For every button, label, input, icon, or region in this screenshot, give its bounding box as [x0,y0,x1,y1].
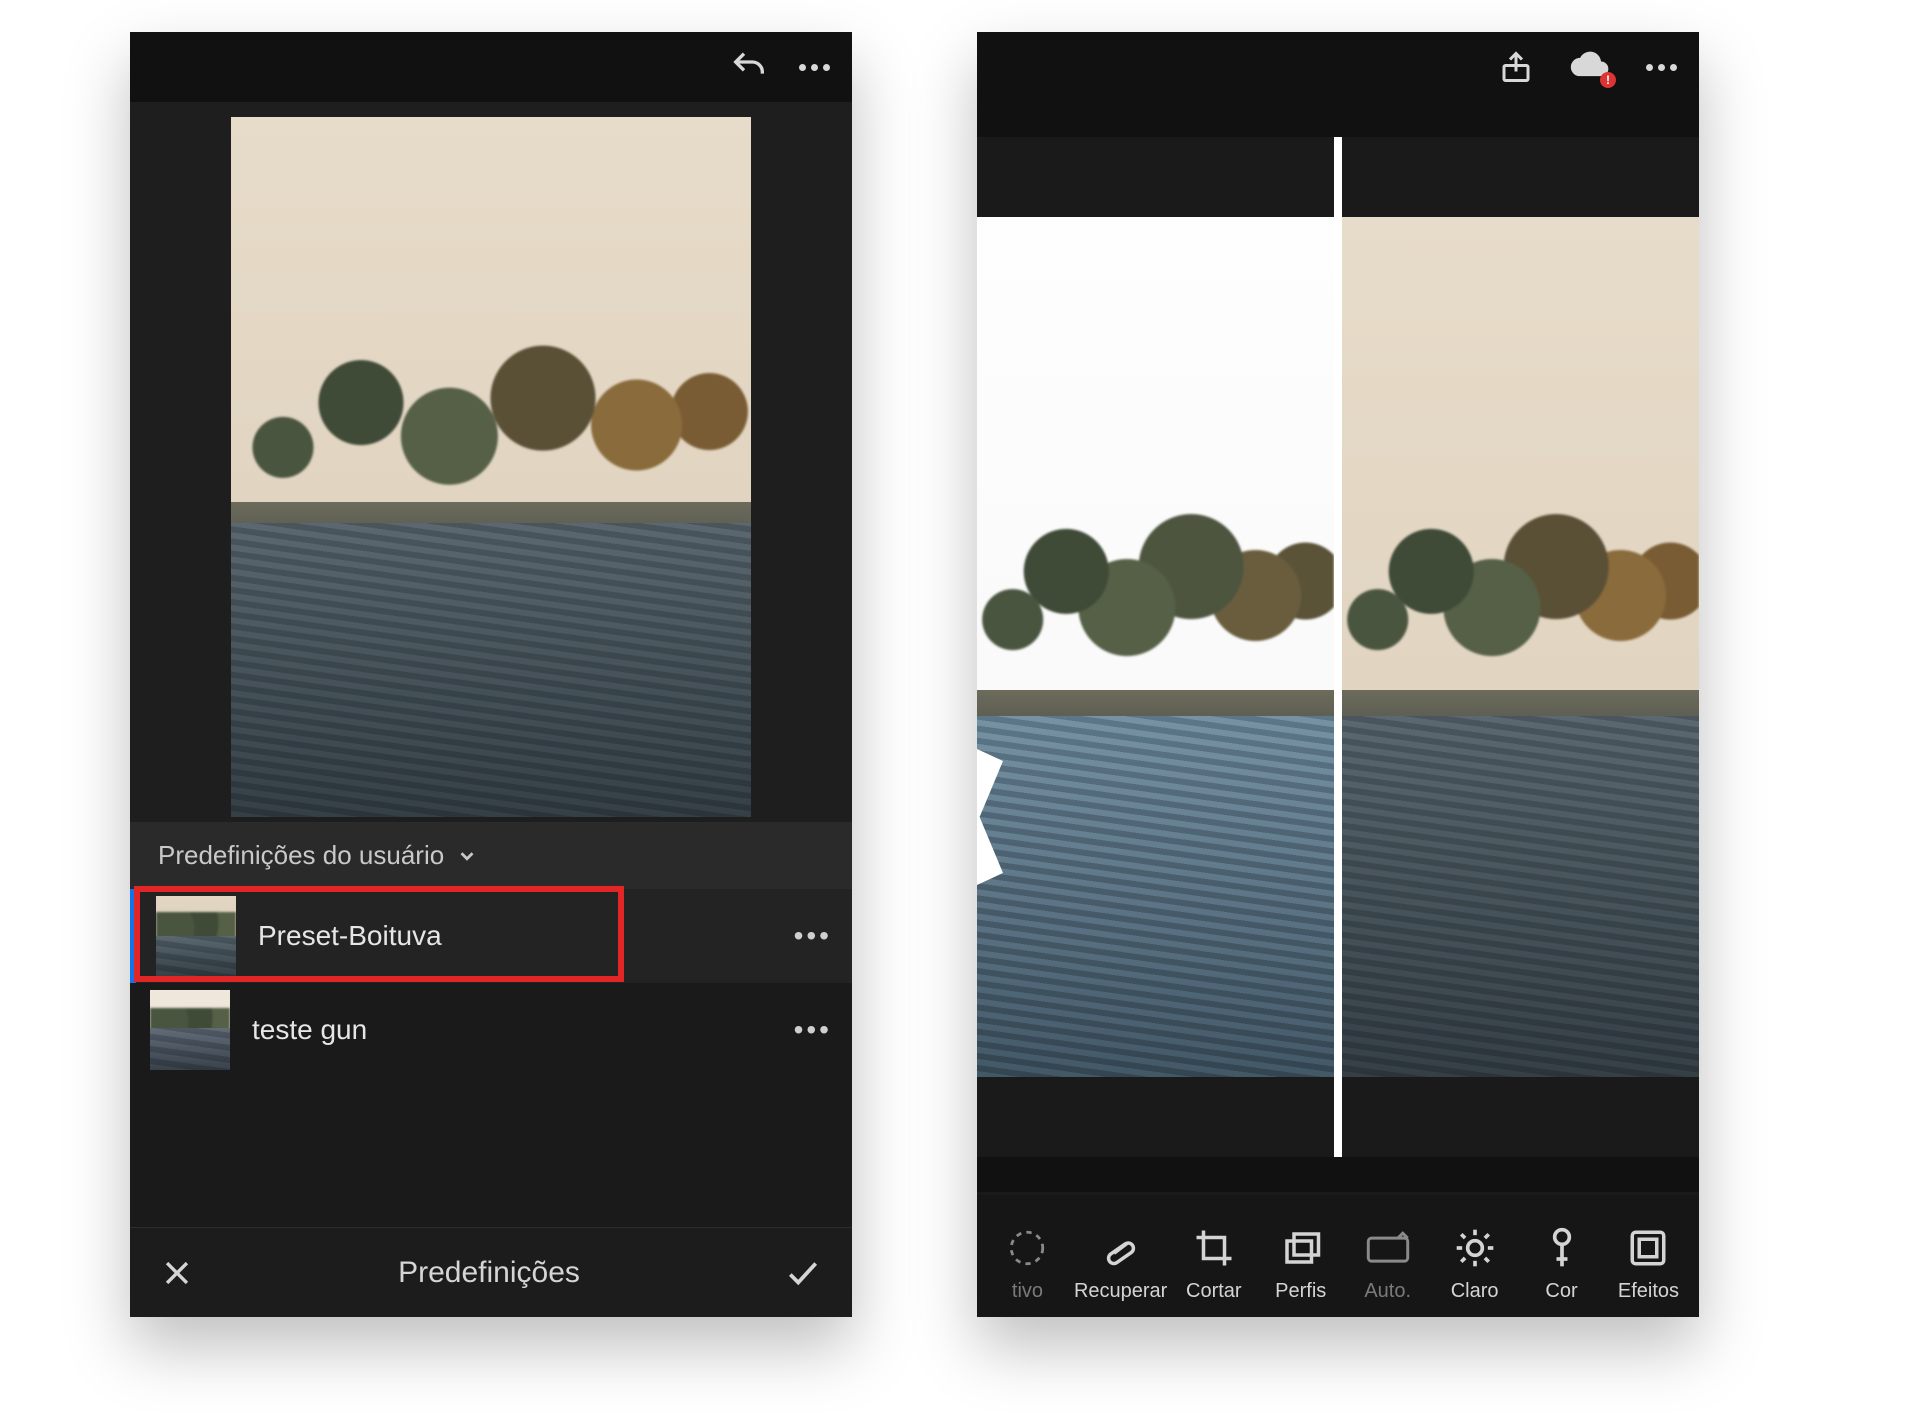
preset-name: teste gun [252,1014,772,1046]
phone-right: ! [977,32,1699,1317]
compare-view[interactable] [977,102,1699,1192]
undo-icon[interactable] [729,47,769,87]
tool-label: Recuperar [1074,1280,1167,1303]
tool-seletivo[interactable]: tivo [987,1224,1068,1303]
tool-auto[interactable]: Auto. [1347,1224,1428,1303]
tool-cor[interactable]: Cor [1521,1224,1602,1303]
tool-recuperar[interactable]: Recuperar [1074,1224,1167,1303]
profiles-icon [1280,1224,1322,1272]
bottom-bar: Predefinições [130,1227,852,1317]
preset-panel: Predefinições do usuário Preset-Boituva … [130,822,852,1077]
after-half [1342,137,1699,1157]
tool-bar: tivo Recuperar Cortar [977,1195,1699,1317]
close-icon[interactable] [160,1256,194,1290]
phone-left: Predefinições do usuário Preset-Boituva … [130,32,852,1317]
preset-more-icon[interactable]: ••• [794,1014,832,1046]
chevron-down-icon [456,845,478,867]
effects-icon [1627,1224,1669,1272]
split-divider[interactable] [1334,137,1342,1157]
tool-label: Cor [1545,1280,1577,1303]
tool-efeitos[interactable]: Efeitos [1608,1224,1689,1303]
selective-icon [1006,1224,1048,1272]
check-icon[interactable] [784,1254,822,1292]
preset-more-icon[interactable]: ••• [794,920,832,952]
crop-icon [1193,1224,1235,1272]
photo-preview[interactable] [130,102,852,822]
tool-claro[interactable]: Claro [1434,1224,1515,1303]
more-icon[interactable] [1646,64,1677,71]
preset-group-label: Predefinições do usuário [158,840,444,871]
preset-thumb [156,896,236,976]
preset-item[interactable]: Preset-Boituva ••• [130,889,852,983]
before-half [977,137,1334,1157]
light-icon [1453,1224,1497,1272]
tool-label: Efeitos [1618,1280,1679,1303]
heal-icon [1100,1224,1142,1272]
preset-thumb [150,990,230,1070]
preset-group-header[interactable]: Predefinições do usuário [130,822,852,889]
tool-perfis[interactable]: Perfis [1260,1224,1341,1303]
tool-label: Auto. [1364,1280,1411,1303]
more-icon[interactable] [799,64,830,71]
top-bar: ! [977,32,1699,102]
top-bar [130,32,852,102]
tool-label: Cortar [1186,1280,1242,1303]
tool-label: tivo [1012,1280,1043,1303]
share-icon[interactable] [1498,49,1534,85]
preset-item[interactable]: teste gun ••• [130,983,852,1077]
cloud-alert-icon[interactable]: ! [1568,50,1612,84]
auto-icon [1365,1224,1411,1272]
bottom-title: Predefinições [398,1256,580,1290]
tool-cortar[interactable]: Cortar [1173,1224,1254,1303]
tool-label: Claro [1451,1280,1499,1303]
tool-label: Perfis [1275,1280,1326,1303]
color-icon [1545,1224,1579,1272]
preset-name: Preset-Boituva [258,920,772,952]
